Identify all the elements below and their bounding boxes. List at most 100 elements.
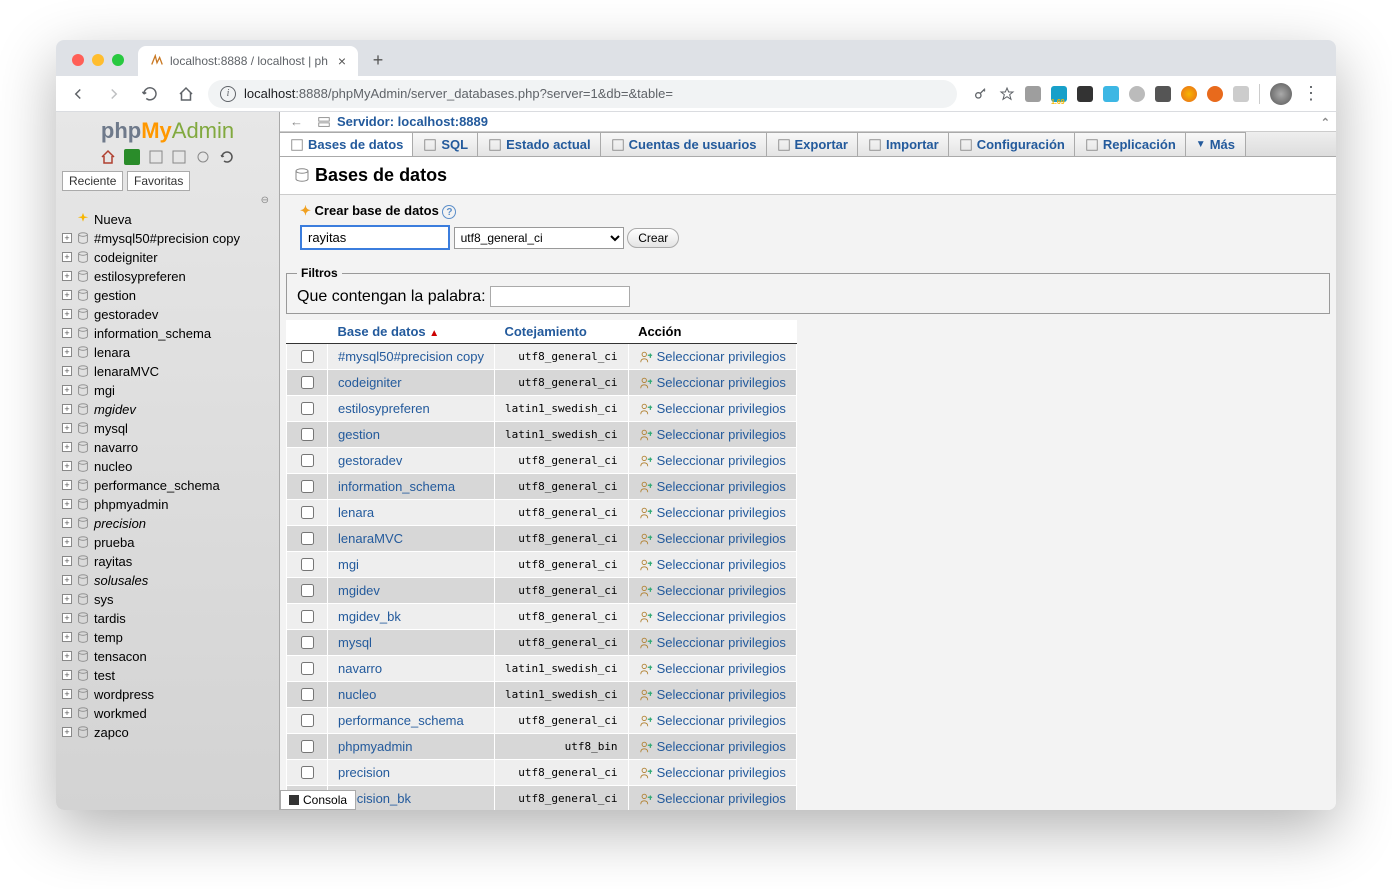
db-link[interactable]: phpmyadmin (338, 739, 412, 754)
tree-item-tardis[interactable]: +tardis (62, 609, 279, 628)
browser-tab[interactable]: localhost:8888 / localhost | ph × (138, 46, 358, 76)
privileges-link[interactable]: Seleccionar privilegios (657, 583, 786, 598)
expand-icon[interactable]: + (62, 347, 72, 357)
expand-icon[interactable]: + (62, 442, 72, 452)
tab-export[interactable]: Exportar (766, 132, 859, 156)
extension-icon[interactable] (1233, 86, 1249, 102)
db-link[interactable]: gestoradev (338, 453, 402, 468)
tab-sql[interactable]: SQL (412, 132, 479, 156)
row-checkbox[interactable] (301, 480, 314, 493)
key-icon[interactable] (973, 86, 989, 102)
privileges-link[interactable]: Seleccionar privilegios (657, 349, 786, 364)
extension-icon[interactable] (1155, 86, 1171, 102)
tree-item-phpmyadmin[interactable]: +phpmyadmin (62, 495, 279, 514)
tab-repl[interactable]: Replicación (1074, 132, 1187, 156)
create-button[interactable]: Crear (627, 228, 679, 248)
tree-item-solusales[interactable]: +solusales (62, 571, 279, 590)
db-link[interactable]: #mysql50#precision copy (338, 349, 484, 364)
tree-new-db[interactable]: Nueva (62, 210, 279, 229)
privileges-link[interactable]: Seleccionar privilegios (657, 713, 786, 728)
tree-item-zapco[interactable]: +zapco (62, 723, 279, 742)
extension-icon[interactable]: 1.69 (1051, 86, 1067, 102)
tree-item-wordpress[interactable]: +wordpress (62, 685, 279, 704)
address-bar[interactable]: i localhost:8888/phpMyAdmin/server_datab… (208, 80, 957, 108)
extension-icon[interactable] (1129, 86, 1145, 102)
collapse-top-icon[interactable]: ⌃ (1321, 116, 1330, 129)
tree-item-temp[interactable]: +temp (62, 628, 279, 647)
expand-icon[interactable]: + (62, 271, 72, 281)
db-name-input[interactable] (300, 225, 450, 250)
tree-item-gestion[interactable]: +gestion (62, 286, 279, 305)
tree-item-test[interactable]: +test (62, 666, 279, 685)
filter-input[interactable] (490, 286, 630, 307)
tab-status[interactable]: Estado actual (477, 132, 602, 156)
tree-item-tensacon[interactable]: +tensacon (62, 647, 279, 666)
row-checkbox[interactable] (301, 376, 314, 389)
db-link[interactable]: mgi (338, 557, 359, 572)
tree-item-mgi[interactable]: +mgi (62, 381, 279, 400)
db-link[interactable]: lenara (338, 505, 374, 520)
extension-icon[interactable] (1025, 86, 1041, 102)
row-checkbox[interactable] (301, 402, 314, 415)
row-checkbox[interactable] (301, 610, 314, 623)
tab-users[interactable]: Cuentas de usuarios (600, 132, 768, 156)
expand-icon[interactable]: + (62, 518, 72, 528)
privileges-link[interactable]: Seleccionar privilegios (657, 609, 786, 624)
expand-icon[interactable]: + (62, 233, 72, 243)
privileges-link[interactable]: Seleccionar privilegios (657, 661, 786, 676)
expand-icon[interactable]: + (62, 309, 72, 319)
close-window-icon[interactable] (72, 54, 84, 66)
privileges-link[interactable]: Seleccionar privilegios (657, 401, 786, 416)
expand-icon[interactable]: + (62, 537, 72, 547)
row-checkbox[interactable] (301, 350, 314, 363)
extension-icon[interactable] (1207, 86, 1223, 102)
close-tab-icon[interactable]: × (338, 53, 346, 69)
expand-icon[interactable]: + (62, 727, 72, 737)
db-link[interactable]: mgidev (338, 583, 380, 598)
collation-select[interactable]: utf8_general_ci (454, 227, 624, 249)
settings-icon[interactable] (195, 149, 211, 165)
row-checkbox[interactable] (301, 558, 314, 571)
tree-item-information-schema[interactable]: +information_schema (62, 324, 279, 343)
row-checkbox[interactable] (301, 636, 314, 649)
tree-item-workmed[interactable]: +workmed (62, 704, 279, 723)
minimize-window-icon[interactable] (92, 54, 104, 66)
tree-item-performance-schema[interactable]: +performance_schema (62, 476, 279, 495)
db-link[interactable]: navarro (338, 661, 382, 676)
privileges-link[interactable]: Seleccionar privilegios (657, 375, 786, 390)
privileges-link[interactable]: Seleccionar privilegios (657, 505, 786, 520)
row-checkbox[interactable] (301, 714, 314, 727)
extension-icon[interactable] (1077, 86, 1093, 102)
reload-button[interactable] (136, 80, 164, 108)
expand-icon[interactable]: + (62, 423, 72, 433)
tab-db[interactable]: Bases de datos (280, 132, 414, 156)
expand-icon[interactable]: + (62, 632, 72, 642)
link-icon[interactable]: ⊖ (261, 195, 269, 206)
privileges-link[interactable]: Seleccionar privilegios (657, 765, 786, 780)
maximize-window-icon[interactable] (112, 54, 124, 66)
forward-button[interactable] (100, 80, 128, 108)
tab-config[interactable]: Configuración (948, 132, 1076, 156)
row-checkbox[interactable] (301, 584, 314, 597)
expand-icon[interactable]: + (62, 708, 72, 718)
db-link[interactable]: performance_schema (338, 713, 464, 728)
server-link[interactable]: Servidor: localhost:8889 (337, 114, 488, 129)
collapse-left-icon[interactable]: ← (290, 114, 303, 129)
expand-icon[interactable]: + (62, 366, 72, 376)
phpmyadmin-logo[interactable]: phpMyAdmin (56, 112, 279, 146)
favorites-tab[interactable]: Favoritas (127, 171, 190, 191)
tree-item-navarro[interactable]: +navarro (62, 438, 279, 457)
privileges-link[interactable]: Seleccionar privilegios (657, 427, 786, 442)
logout-icon[interactable] (124, 149, 140, 165)
tab-more[interactable]: ▼Más (1185, 132, 1246, 156)
tree-item-rayitas[interactable]: +rayitas (62, 552, 279, 571)
row-checkbox[interactable] (301, 662, 314, 675)
tree-item--mysql50-precision-copy[interactable]: +#mysql50#precision copy (62, 229, 279, 248)
expand-icon[interactable]: + (62, 328, 72, 338)
window-controls[interactable] (72, 54, 124, 66)
privileges-link[interactable]: Seleccionar privilegios (657, 531, 786, 546)
recent-tab[interactable]: Reciente (62, 171, 123, 191)
tree-item-lenara[interactable]: +lenara (62, 343, 279, 362)
expand-icon[interactable]: + (62, 461, 72, 471)
browser-menu-icon[interactable]: ⋮ (1302, 83, 1320, 104)
